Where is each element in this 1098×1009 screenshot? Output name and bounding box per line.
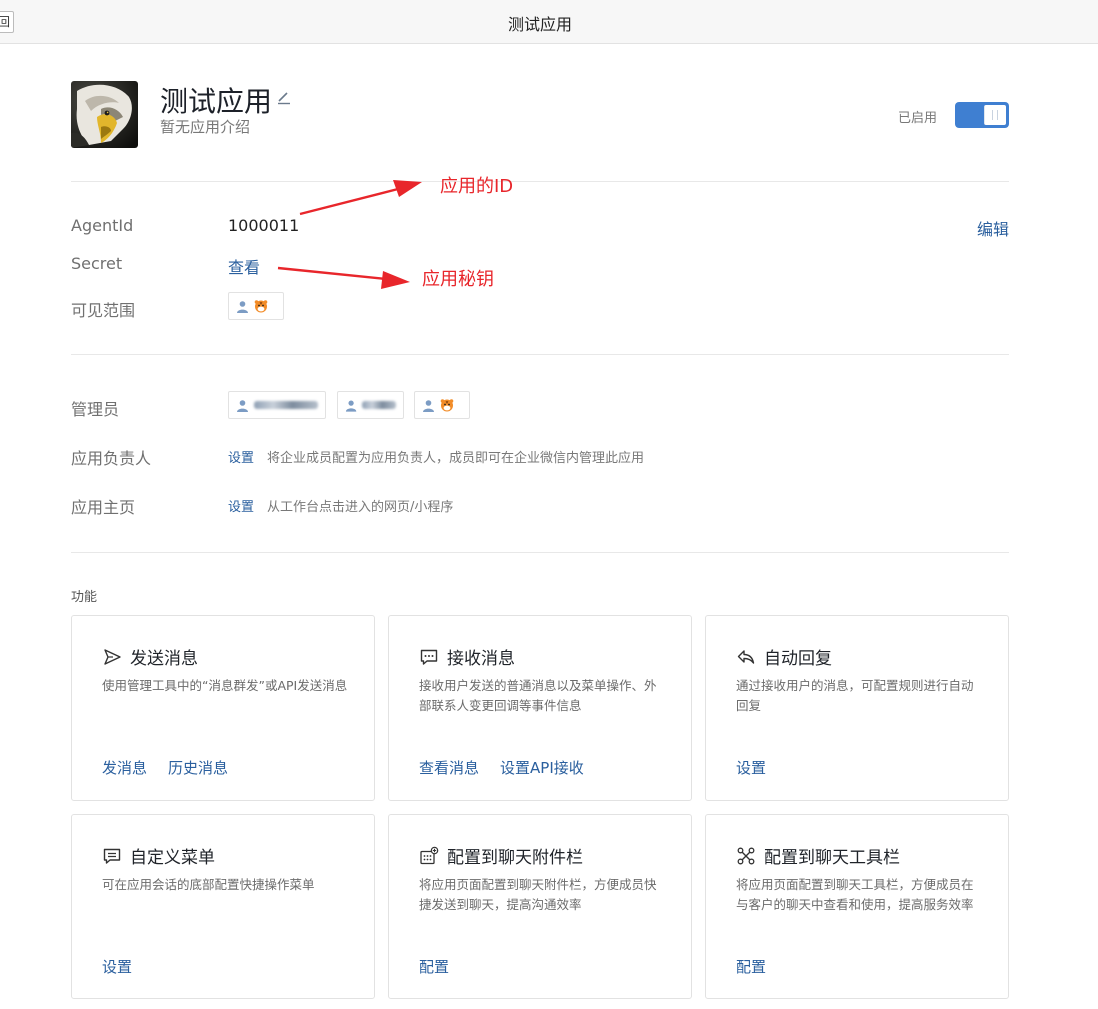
- person-icon: [345, 400, 357, 412]
- message-history-link[interactable]: 历史消息: [168, 757, 228, 778]
- owner-description: 将企业成员配置为应用负责人，成员即可在企业微信内管理此应用: [267, 451, 645, 466]
- top-bar: 回 测试应用: [0, 0, 1098, 44]
- divider: [71, 354, 1009, 355]
- tiger-avatar-icon: [440, 399, 454, 412]
- card-title-text: 配置到聊天附件栏: [447, 848, 583, 868]
- feature-card-custom-menu: 自定义菜单 可在应用会话的底部配置快捷操作菜单 设置: [71, 814, 375, 999]
- send-icon: [104, 648, 121, 665]
- feature-card-send-message: 发送消息 使用管理工具中的“消息群发”或API发送消息 发消息 历史消息: [71, 615, 375, 801]
- app-description: 暂无应用介绍: [160, 118, 251, 136]
- card-actions: 设置: [736, 757, 766, 778]
- feature-card-auto-reply: 自动回复 通过接收用户的消息，可配置规则进行自动回复 设置: [705, 615, 1009, 801]
- auto-reply-settings-link[interactable]: 设置: [736, 757, 766, 778]
- card-actions: 设置: [102, 956, 132, 977]
- card-title: 发送消息: [102, 644, 198, 669]
- card-title: 自动回复: [736, 644, 832, 669]
- attachment-bar-config-link[interactable]: 配置: [419, 956, 449, 977]
- tiger-avatar-icon: [254, 300, 268, 313]
- card-actions: 配置: [736, 956, 766, 977]
- admin-chip[interactable]: [337, 391, 404, 419]
- secret-label: Secret: [71, 254, 123, 273]
- homepage-label: 应用主页: [71, 498, 136, 517]
- visibility-label: 可见范围: [71, 301, 136, 320]
- card-title: 自定义菜单: [102, 843, 215, 868]
- homepage-description: 从工作台点击进入的网页/小程序: [267, 500, 454, 515]
- secret-view-link[interactable]: 查看: [228, 254, 260, 278]
- toggle-knob: [984, 105, 1006, 125]
- agentid-label: AgentId: [71, 216, 134, 235]
- agentid-value: 1000011: [228, 216, 300, 235]
- feature-card-attachment-bar: 配置到聊天附件栏 将应用页面配置到聊天附件栏，方便成员快捷发送到聊天，提高沟通效…: [388, 814, 692, 999]
- blurred-admin-name: [362, 401, 396, 409]
- annotation-app-secret: 应用秘钥: [422, 269, 494, 290]
- message-bubble-icon: [420, 649, 438, 665]
- card-title: 配置到聊天附件栏: [419, 843, 583, 868]
- window-title: 测试应用: [507, 15, 572, 34]
- blurred-admin-name: [254, 401, 318, 409]
- features-section-title: 功能: [71, 590, 98, 605]
- card-actions: 发消息 历史消息: [102, 757, 228, 778]
- card-description: 使用管理工具中的“消息群发”或API发送消息: [102, 678, 348, 693]
- divider: [71, 181, 1009, 182]
- owner-label: 应用负责人: [71, 449, 152, 468]
- person-icon: [237, 399, 248, 412]
- toolbar-icon: [737, 847, 755, 864]
- attachment-bar-icon: [420, 846, 439, 864]
- divider: [71, 552, 1009, 553]
- card-description: 将应用页面配置到聊天附件栏，方便成员快捷发送到聊天，提高沟通效率: [419, 877, 657, 912]
- card-title-text: 自定义菜单: [130, 848, 215, 868]
- card-description: 通过接收用户的消息，可配置规则进行自动回复: [736, 678, 974, 713]
- card-title-text: 发送消息: [130, 649, 198, 669]
- annotation-app-id: 应用的ID: [440, 176, 514, 197]
- feature-card-toolbar: 配置到聊天工具栏 将应用页面配置到聊天工具栏，方便成员在与客户的聊天中查看和使用…: [705, 814, 1009, 999]
- set-api-receive-link[interactable]: 设置API接收: [500, 757, 584, 778]
- admin-chip[interactable]: [414, 391, 470, 419]
- owner-set-link[interactable]: 设置: [228, 447, 254, 466]
- person-icon: [423, 399, 434, 412]
- card-description: 将应用页面配置到聊天工具栏，方便成员在与客户的聊天中查看和使用，提高服务效率: [736, 877, 974, 912]
- homepage-set-link[interactable]: 设置: [228, 496, 254, 515]
- card-actions: 查看消息 设置API接收: [419, 757, 584, 778]
- feature-card-receive-message: 接收消息 接收用户发送的普通消息以及菜单操作、外部联系人变更回调等事件信息 查看…: [388, 615, 692, 801]
- card-title: 配置到聊天工具栏: [736, 843, 900, 868]
- view-messages-link[interactable]: 查看消息: [419, 757, 479, 778]
- card-description: 接收用户发送的普通消息以及菜单操作、外部联系人变更回调等事件信息: [419, 678, 657, 713]
- card-title-text: 接收消息: [447, 649, 515, 669]
- enable-toggle[interactable]: [955, 102, 1009, 128]
- card-title: 接收消息: [419, 644, 515, 669]
- person-icon: [237, 300, 248, 313]
- edit-button[interactable]: 编辑: [977, 216, 1009, 240]
- edit-pencil-icon[interactable]: [275, 88, 293, 106]
- card-title-text: 自动回复: [764, 649, 832, 669]
- card-actions: 配置: [419, 956, 449, 977]
- admin-chip[interactable]: [228, 391, 326, 419]
- toolbar-config-link[interactable]: 配置: [736, 956, 766, 977]
- admins-label: 管理员: [71, 400, 120, 419]
- visibility-member-chip[interactable]: [228, 292, 284, 320]
- menu-icon: [103, 848, 121, 864]
- card-description: 可在应用会话的底部配置快捷操作菜单: [102, 877, 315, 892]
- send-message-link[interactable]: 发消息: [102, 757, 147, 778]
- app-avatar[interactable]: [71, 81, 138, 148]
- reply-icon: [737, 649, 755, 664]
- custom-menu-settings-link[interactable]: 设置: [102, 956, 132, 977]
- status-label: 已启用: [898, 111, 938, 126]
- card-title-text: 配置到聊天工具栏: [764, 848, 900, 868]
- app-name: 测试应用: [160, 85, 273, 118]
